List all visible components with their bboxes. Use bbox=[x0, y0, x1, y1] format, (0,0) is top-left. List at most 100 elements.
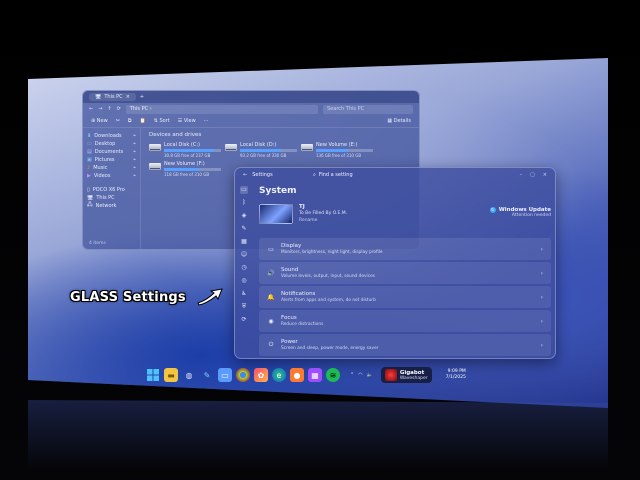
sidebar-item-documents[interactable]: ▤ Documents ⌖ bbox=[87, 148, 136, 156]
sort-label: Sort bbox=[159, 118, 170, 124]
rename-link[interactable]: Rename bbox=[299, 218, 347, 223]
explorer-tab-bar: 🖥 This PC × + bbox=[83, 91, 419, 103]
settings-item-display[interactable]: ▭ Display Monitors, brightness, night lig… bbox=[259, 238, 551, 260]
personalization-nav-icon[interactable]: ✎ bbox=[240, 225, 248, 233]
settings-item-notifications[interactable]: 🔔 Notifications Alerts from apps and syst… bbox=[259, 286, 551, 308]
photos-icon[interactable]: ✿ bbox=[254, 368, 268, 382]
copy-icon[interactable]: ⧉ bbox=[128, 118, 132, 124]
settings-search-input[interactable]: ⌕ Find a setting bbox=[313, 172, 353, 178]
drive-usage-fill bbox=[164, 168, 200, 171]
back-icon[interactable]: ← bbox=[89, 106, 93, 112]
drive-usage-bar bbox=[240, 149, 297, 152]
pen-icon[interactable]: ✎ bbox=[200, 368, 214, 382]
explorer-tab[interactable]: 🖥 This PC × bbox=[89, 93, 136, 101]
up-icon[interactable]: ↑ bbox=[107, 106, 111, 112]
sidebar-item-desktop[interactable]: ▭ Desktop ⌖ bbox=[87, 140, 136, 148]
music-icon: ♪ bbox=[87, 165, 91, 171]
accessibility-nav-icon[interactable]: ♿ bbox=[240, 290, 248, 298]
drive-item[interactable]: Local Disk (D:) 93.2 GB free of 330 GB bbox=[225, 142, 297, 158]
refresh-icon[interactable]: ⟳ bbox=[117, 106, 121, 112]
start-icon[interactable] bbox=[146, 368, 160, 382]
drive-item[interactable]: New Volume (F:) 118 GB free of 310 GB bbox=[149, 161, 221, 177]
privacy-nav-icon[interactable]: ⛨ bbox=[240, 303, 248, 311]
search-icon[interactable]: ◍ bbox=[182, 368, 196, 382]
sidebar-item-videos[interactable]: ▶ Videos ⌖ bbox=[87, 172, 136, 180]
forward-icon[interactable]: → bbox=[98, 106, 102, 112]
wifi-icon[interactable]: ◠ bbox=[358, 372, 362, 378]
sort-button[interactable]: ⇅ Sort bbox=[154, 118, 170, 124]
explorer-search-input[interactable]: Search This PC bbox=[323, 104, 413, 114]
explorer-search-placeholder: Search This PC bbox=[327, 105, 365, 112]
system-tray: ⌃ ◠ 🔈 bbox=[350, 372, 373, 378]
close-icon[interactable]: × bbox=[126, 94, 130, 100]
close-icon[interactable]: × bbox=[543, 172, 547, 178]
drive-free-space: 93.2 GB free of 330 GB bbox=[240, 153, 287, 158]
gaming-nav-icon[interactable]: ◎ bbox=[240, 277, 248, 285]
pin-icon: ⌖ bbox=[133, 149, 136, 155]
drive-icon bbox=[149, 144, 161, 151]
new-button[interactable]: ⊕ New bbox=[91, 118, 108, 124]
drive-usage-fill bbox=[164, 149, 214, 152]
media-widget[interactable]: Gigabot Waveshaper bbox=[380, 367, 432, 383]
back-icon[interactable]: ← bbox=[243, 172, 247, 178]
settings-item-power[interactable]: ⏻ Power Screen and sleep, power mode, ene… bbox=[259, 334, 551, 356]
bell-icon: 🔔 bbox=[267, 293, 275, 301]
sidebar-item-label: Videos bbox=[93, 173, 111, 179]
cut-icon[interactable]: ✂ bbox=[116, 118, 120, 124]
address-bar[interactable]: This PC › bbox=[125, 104, 318, 114]
phone-icon: ▯ bbox=[87, 187, 90, 193]
item-title: Notifications bbox=[281, 291, 316, 297]
drive-free-space: 136 GB free of 310 GB bbox=[316, 153, 362, 158]
update-nav-icon[interactable]: ⟳ bbox=[240, 316, 248, 324]
sidebar-item-label: Desktop bbox=[94, 141, 116, 147]
window-controls: – ▢ × bbox=[520, 172, 547, 178]
sidebar-item-this-pc[interactable]: 🖥 This PC bbox=[87, 194, 136, 202]
new-tab-icon[interactable]: + bbox=[140, 94, 144, 100]
terminal-icon[interactable]: ▦ bbox=[308, 368, 322, 382]
window-icon[interactable]: ▭ bbox=[218, 368, 232, 382]
minimize-icon[interactable]: – bbox=[520, 172, 523, 178]
view-button[interactable]: ☰ View bbox=[178, 118, 196, 124]
clock[interactable]: 9:09 PM 7/1/2025 bbox=[446, 369, 466, 381]
desktop-icon: ▭ bbox=[87, 141, 92, 147]
settings-title-bar: ← Settings ⌕ Find a setting – ▢ × bbox=[235, 168, 555, 182]
settings-item-sound[interactable]: 🔊 Sound Volume levels, output, input, sou… bbox=[259, 262, 551, 284]
chevron-right-icon: › bbox=[540, 341, 543, 349]
chevron-up-icon[interactable]: ⌃ bbox=[350, 372, 354, 378]
sidebar-item-label: Downloads bbox=[94, 133, 122, 139]
sidebar-item-phone[interactable]: ▯ POCO X6 Pro bbox=[87, 186, 136, 194]
spotify-icon[interactable]: ≋ bbox=[326, 368, 340, 382]
update-icon: ↻ bbox=[489, 207, 496, 213]
edge-icon[interactable]: e bbox=[272, 368, 286, 382]
more-icon[interactable]: ··· bbox=[204, 118, 209, 124]
sidebar-item-network[interactable]: 🖧 Network bbox=[87, 202, 136, 210]
settings-item-focus[interactable]: ◉ Focus Reduce distractions › bbox=[259, 310, 551, 332]
folder-icon[interactable]: ▬ bbox=[164, 368, 178, 382]
drive-item[interactable]: Local Disk (C:) 30.8 GB free of 237 GB bbox=[149, 142, 221, 158]
video-caption: GLASS Settings bbox=[70, 290, 186, 305]
sidebar-item-music[interactable]: ♪ Music ⌖ bbox=[87, 164, 136, 172]
speaker-icon[interactable]: 🔈 bbox=[367, 372, 373, 378]
sidebar-item-pictures[interactable]: ▣ Pictures ⌖ bbox=[87, 156, 136, 164]
windows-update-status[interactable]: ↻ Windows Update Attention needed bbox=[489, 207, 551, 234]
bluetooth-nav-icon[interactable]: ᛒ bbox=[240, 199, 248, 207]
explorer-tab-title: This PC bbox=[104, 94, 123, 100]
apps-nav-icon[interactable]: ▦ bbox=[240, 238, 248, 246]
pc-icon: 🖥 bbox=[95, 94, 102, 100]
system-nav-icon[interactable]: ▭ bbox=[240, 186, 248, 194]
details-label: Details bbox=[393, 118, 411, 124]
sidebar-item-downloads[interactable]: ⬇ Downloads ⌖ bbox=[87, 132, 136, 140]
chrome-icon[interactable] bbox=[236, 368, 250, 382]
time-language-nav-icon[interactable]: ◷ bbox=[240, 264, 248, 272]
network-nav-icon[interactable]: ◈ bbox=[240, 212, 248, 220]
settings-window[interactable]: ← Settings ⌕ Find a setting – ▢ × ▭ ᛒ ◈ … bbox=[234, 167, 556, 359]
drive-item[interactable]: New Volume (E:) 136 GB free of 310 GB bbox=[301, 142, 373, 158]
accounts-nav-icon[interactable]: ☺ bbox=[240, 251, 248, 259]
details-button[interactable]: ▦ Details bbox=[387, 118, 411, 124]
pin-icon: ⌖ bbox=[133, 173, 136, 179]
maximize-icon[interactable]: ▢ bbox=[530, 172, 535, 178]
app-icon[interactable]: ● bbox=[290, 368, 304, 382]
network-icon: 🖧 bbox=[87, 202, 93, 208]
focus-icon: ◉ bbox=[268, 317, 274, 325]
paste-icon[interactable]: 📋 bbox=[139, 118, 145, 124]
